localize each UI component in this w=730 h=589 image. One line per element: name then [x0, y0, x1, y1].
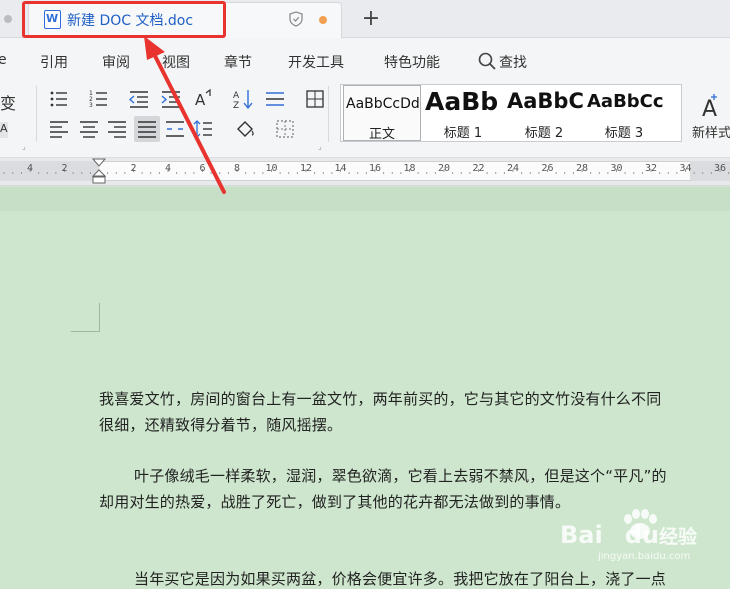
wps-writer-window: W 新建 DOC 文档.doc + e 引用 审阅 视图 章节 开发工具 特色功… [0, 0, 730, 589]
watermark-brand-2: du [624, 521, 659, 549]
watermark-brand: Bai [560, 521, 603, 549]
annotation-arrow [144, 36, 226, 194]
baidu-jingyan-watermark: Bai du经验 jingyan.baidu.com [560, 505, 730, 565]
watermark-cn: 经验 [658, 526, 697, 548]
watermark-url: jingyan.baidu.com [598, 551, 691, 562]
